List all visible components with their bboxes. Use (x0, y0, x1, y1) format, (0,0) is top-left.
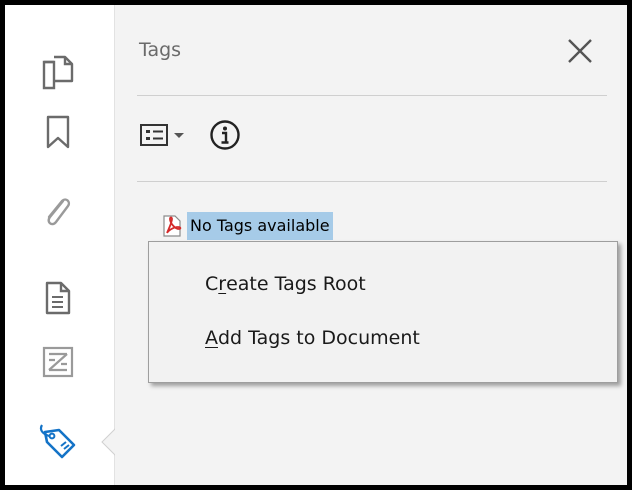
active-pointer (101, 428, 116, 456)
panel-divider-toolbar (137, 181, 607, 182)
add-tags-to-document-menu-item[interactable]: Add Tags to Document (149, 316, 617, 360)
tag-tree-item-label: No Tags available (187, 212, 333, 240)
pdf-icon (161, 213, 183, 239)
close-button[interactable] (560, 31, 600, 71)
bookmark-icon[interactable] (35, 109, 81, 155)
info-icon (210, 120, 240, 150)
attachment-icon[interactable] (35, 189, 81, 235)
tag-tree-item[interactable]: No Tags available (161, 210, 333, 242)
info-button[interactable] (207, 117, 243, 153)
panel-title: Tags (139, 39, 182, 61)
options-menu-icon (140, 124, 168, 146)
context-menu: Cr eate Tags Root Add Tags to Document (148, 241, 618, 383)
tag-icon[interactable] (35, 419, 81, 465)
navigation-rail (5, 5, 116, 485)
close-icon (568, 39, 592, 63)
order-icon[interactable] (35, 339, 81, 385)
panel-divider-top (137, 95, 607, 96)
create-tags-root-menu-item[interactable]: Cr eate Tags Root (149, 262, 617, 306)
document-icon[interactable] (35, 275, 81, 321)
options-menu-button[interactable] (139, 115, 197, 155)
pages-icon[interactable] (35, 49, 81, 95)
chevron-down-icon (174, 133, 184, 138)
app-window: Tags No Tags available C r eate Tags Roo… (0, 0, 632, 490)
